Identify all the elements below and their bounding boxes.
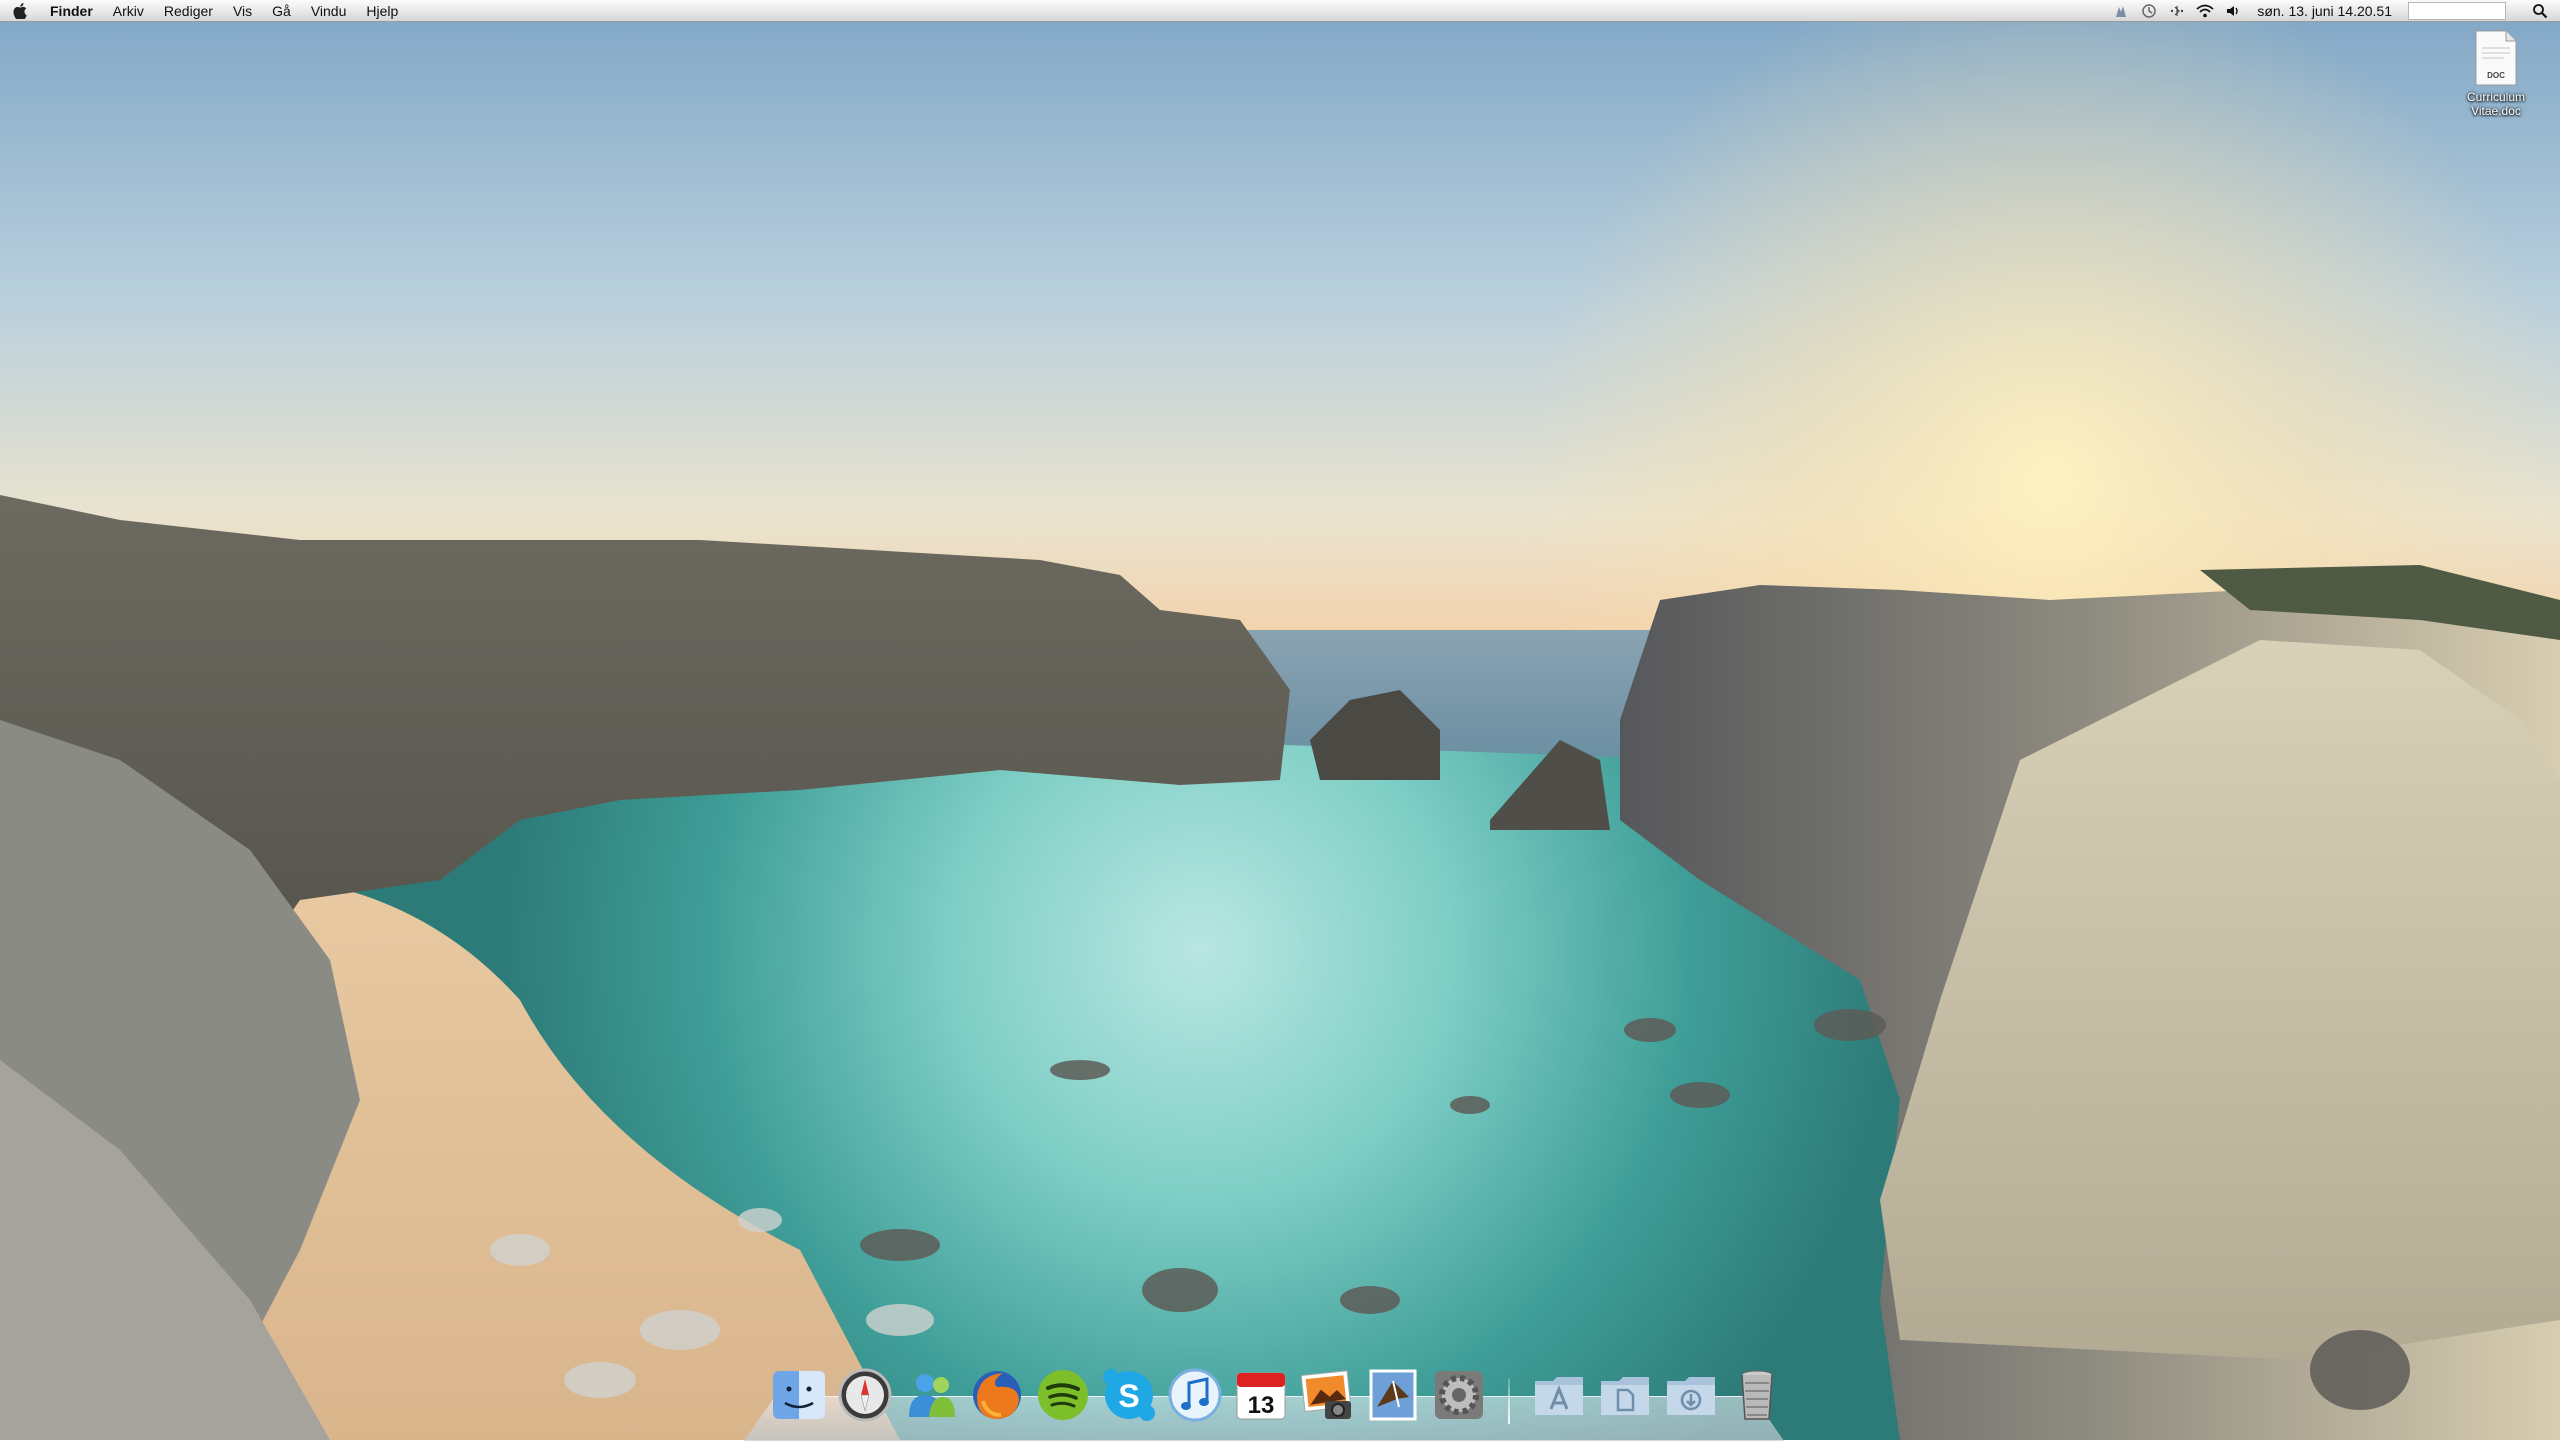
messenger-icon[interactable] (902, 1366, 960, 1424)
menu-hjelp[interactable]: Hjelp (356, 0, 408, 22)
iphoto-icon[interactable] (1298, 1366, 1356, 1424)
spotlight-button[interactable] (2520, 0, 2560, 22)
apple-menu[interactable] (0, 2, 40, 19)
menu-finder[interactable]: Finder (40, 0, 103, 22)
spotify-icon[interactable] (1034, 1366, 1092, 1424)
menu-rediger[interactable]: Rediger (154, 0, 223, 22)
desktop-wallpaper (0, 0, 2560, 1440)
itunes-icon[interactable] (1166, 1366, 1224, 1424)
apple-icon (13, 2, 27, 19)
status-area: søn. 13. juni 14.20.51 (2107, 0, 2560, 22)
volume-icon[interactable] (2219, 0, 2247, 22)
ical-icon[interactable]: 13 (1232, 1366, 1290, 1424)
downloads-folder-icon[interactable] (1662, 1366, 1720, 1424)
svg-text:S: S (1118, 1378, 1139, 1414)
finder-icon[interactable] (770, 1366, 828, 1424)
menu-clock[interactable]: søn. 13. juni 14.20.51 (2247, 3, 2402, 19)
menu-bar: Finder Arkiv Rediger Vis Gå Vindu Hjelp … (0, 0, 2560, 22)
growl-icon[interactable] (2107, 0, 2135, 22)
menu-vindu[interactable]: Vindu (301, 0, 357, 22)
time-machine-icon[interactable] (2135, 0, 2163, 22)
desktop-file-label: Curriculum Vitae.doc (2466, 90, 2525, 118)
desktop-file-curriculum-vitae[interactable]: DOC Curriculum Vitae.doc (2452, 30, 2540, 118)
mail-icon[interactable] (1364, 1366, 1422, 1424)
dock-separator (1508, 1378, 1510, 1424)
applications-folder-icon[interactable] (1530, 1366, 1588, 1424)
bluetooth-icon[interactable] (2163, 0, 2191, 22)
wifi-icon[interactable] (2191, 0, 2219, 22)
menu-ga[interactable]: Gå (262, 0, 301, 22)
menu-arkiv[interactable]: Arkiv (103, 0, 154, 22)
user-name-field[interactable] (2408, 1, 2506, 20)
word-document-icon: DOC (2474, 30, 2518, 86)
trash-icon[interactable] (1728, 1366, 1786, 1424)
dock: S 13 (744, 1352, 1786, 1441)
firefox-icon[interactable] (968, 1366, 1026, 1424)
safari-icon[interactable] (836, 1366, 894, 1424)
menu-vis[interactable]: Vis (223, 0, 262, 22)
skype-icon[interactable]: S (1100, 1366, 1158, 1424)
ical-day-number: 13 (1248, 1392, 1275, 1419)
spotlight-icon (2533, 3, 2548, 18)
documents-folder-icon[interactable] (1596, 1366, 1654, 1424)
doc-type-label: DOC (2487, 71, 2505, 80)
system-preferences-icon[interactable] (1430, 1366, 1488, 1424)
